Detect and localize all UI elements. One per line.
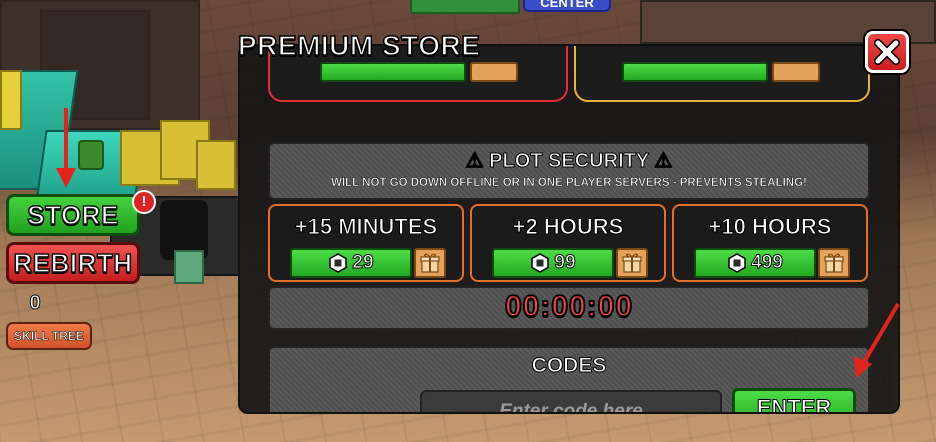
enter-code-button[interactable]: ENTER	[732, 388, 856, 412]
gift-10-hours-button[interactable]	[818, 248, 850, 278]
robux-icon	[329, 253, 348, 273]
warning-icon: ⚠	[654, 150, 673, 173]
green-hedge	[78, 140, 104, 170]
buy-15-minutes-button[interactable]: 29	[290, 248, 412, 278]
code-input[interactable]	[420, 390, 722, 412]
gift-15-minutes-button[interactable]	[414, 248, 446, 278]
center-tag: CENTER	[523, 0, 611, 12]
codes-title: CODES	[531, 354, 607, 378]
price-value: 99	[554, 252, 576, 274]
gift-icon	[622, 253, 642, 273]
store-alert-badge: !	[132, 190, 156, 214]
option-card-2-hours: +2 HOURS 99	[470, 204, 666, 282]
gift-2-hours-button[interactable]	[616, 248, 648, 278]
option-card-15-minutes: +15 MINUTES 29	[268, 204, 464, 282]
plot-security-subtitle: WILL NOT GO DOWN OFFLINE OR IN ONE PLAYE…	[331, 177, 807, 189]
previous-buy-button[interactable]	[622, 62, 768, 82]
price-value: 29	[352, 252, 374, 274]
plot-security-header: ⚠ PLOT SECURITY ⚠ WILL NOT GO DOWN OFFLI…	[268, 142, 870, 200]
yellow-block	[0, 70, 22, 130]
red-arrow-icon	[854, 302, 900, 378]
option-card-10-hours: +10 HOURS 499	[672, 204, 868, 282]
price-value: 499	[751, 252, 784, 274]
premium-store-panel: ⚠ PLOT SECURITY ⚠ WILL NOT GO DOWN OFFLI…	[238, 44, 900, 414]
plot-security-title-row: ⚠ PLOT SECURITY ⚠	[270, 148, 868, 173]
store-button[interactable]: STORE	[6, 194, 140, 236]
buy-10-hours-button[interactable]: 499	[694, 248, 816, 278]
plot-security-timer-bar: 00:00:00	[268, 286, 870, 330]
robux-icon	[728, 253, 746, 273]
skill-tree-button[interactable]: SKILL TREE	[6, 322, 92, 350]
premium-store-title: PREMIUM STORE	[237, 29, 481, 62]
option-label: +15 MINUTES	[294, 214, 438, 240]
buy-2-hours-button[interactable]: 99	[492, 248, 614, 278]
yellow-block	[196, 140, 236, 190]
codes-section: CODES ENTER	[268, 346, 870, 412]
plot-security-timer: 00:00:00	[504, 289, 634, 324]
avatar-legs	[174, 250, 204, 284]
green-ledge	[410, 0, 520, 14]
close-button[interactable]	[865, 31, 909, 73]
option-label: +2 HOURS	[512, 214, 624, 240]
plot-security-title: PLOT SECURITY	[489, 150, 650, 173]
previous-gift-button[interactable]	[772, 62, 820, 82]
gift-icon	[420, 253, 440, 273]
red-arrow-icon	[56, 108, 76, 188]
warning-icon: ⚠	[465, 150, 484, 173]
gift-icon	[824, 253, 844, 273]
close-x-icon	[874, 39, 900, 65]
option-label: +10 HOURS	[708, 214, 832, 240]
rebirth-button[interactable]: REBIRTH	[6, 242, 140, 284]
robux-icon	[531, 253, 550, 273]
rebirth-count: 0	[29, 292, 41, 315]
previous-item-card	[574, 46, 870, 102]
